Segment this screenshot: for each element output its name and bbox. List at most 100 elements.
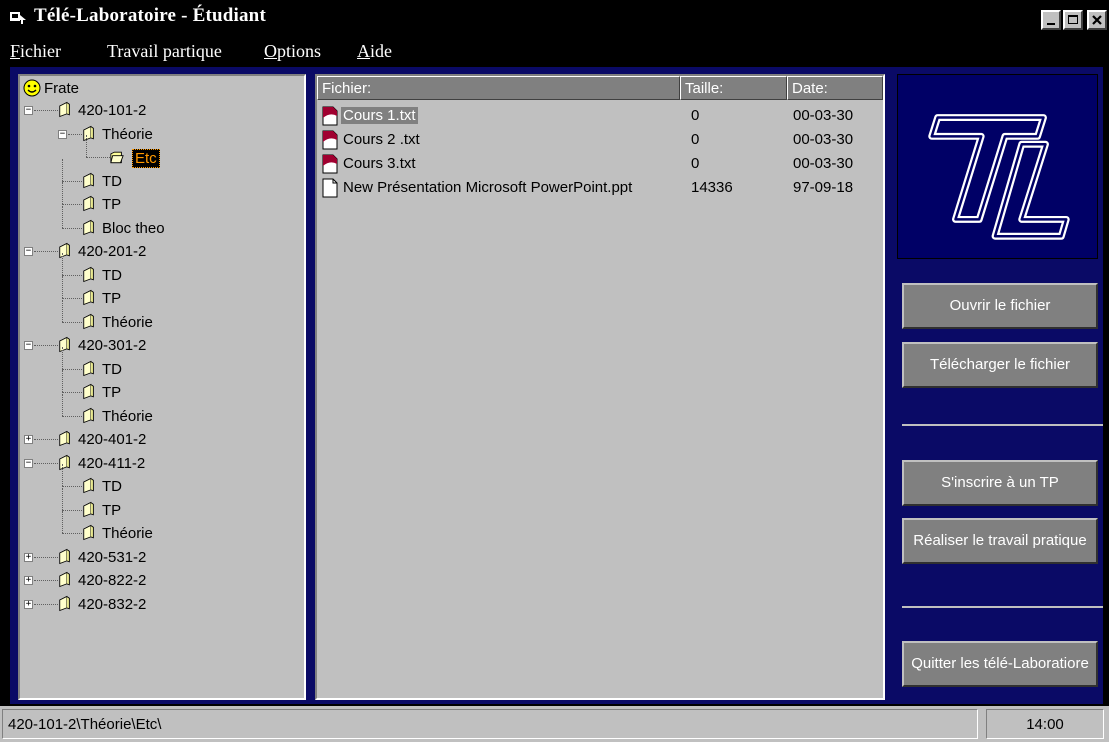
column-header-date[interactable]: Date: (787, 76, 883, 100)
tree-node[interactable]: +420-822-2 (20, 570, 300, 592)
menu-travail-partique[interactable]: Travail partique (107, 41, 222, 62)
tree-connector (62, 393, 63, 416)
register-tp-button[interactable]: S'inscrire à un TP (902, 460, 1098, 506)
red-document-icon (322, 154, 338, 174)
file-size: 0 (691, 131, 700, 148)
folder-icon (83, 313, 94, 329)
close-icon (1092, 15, 1102, 25)
tl-logo-icon (928, 114, 1070, 240)
blank-document-icon (322, 178, 338, 198)
expand-icon[interactable]: + (24, 552, 33, 562)
folder-icon (59, 430, 70, 447)
tree-node-label: TP (102, 196, 122, 213)
tree-node[interactable]: +420-832-2 (20, 594, 300, 616)
collapse-icon[interactable]: − (24, 458, 33, 468)
folder-icon (83, 383, 94, 400)
do-tp-button[interactable]: Réaliser le travail pratique (902, 518, 1098, 564)
menu-bar: Fichier Travail partique Options Aide (0, 36, 1109, 66)
expand-icon[interactable]: + (24, 435, 33, 444)
tree-connector (62, 298, 82, 299)
folder-tree[interactable]: Frate − 420-101-2 − Théorie Etc TD TP Bloc theo… (18, 74, 306, 700)
tree-connector (62, 158, 63, 181)
file-name: Cours 3.txt (343, 155, 416, 172)
tree-root-label: Frate (44, 80, 80, 97)
tree-node-label: Bloc theo (102, 219, 165, 237)
tree-node-label: 420-531-2 (78, 548, 147, 566)
expand-icon[interactable]: + (24, 599, 33, 609)
collapse-icon[interactable]: − (58, 129, 67, 139)
tree-connector (34, 439, 58, 440)
quit-button[interactable]: Quitter les télé-Laboratiore (902, 641, 1098, 687)
file-size: 14336 (691, 179, 733, 196)
folder-icon (59, 571, 70, 588)
collapse-icon[interactable]: − (24, 106, 33, 115)
open-file-button[interactable]: Ouvrir le fichier (902, 283, 1098, 329)
title-bar: Télé-Laboratoire - Étudiant (0, 0, 1109, 36)
tree-connector (62, 370, 63, 392)
close-button[interactable] (1087, 10, 1107, 30)
menu-fichier[interactable]: Fichier (10, 41, 61, 62)
file-row[interactable]: Cours 2 .txt 0 00-03-30 (317, 128, 883, 152)
tree-node-label: Théorie (102, 125, 153, 143)
tree-node-label: 420-301-2 (78, 337, 147, 354)
tree-node[interactable]: Bloc theo (20, 205, 300, 240)
tree-node-label: Théorie (102, 407, 153, 425)
tree-node-label: 420-822-2 (78, 572, 147, 589)
tree-node[interactable]: − Théorie (20, 124, 300, 146)
folder-icon (59, 454, 70, 470)
column-header-taille[interactable]: Taille: (680, 76, 787, 100)
maximize-button[interactable] (1063, 10, 1083, 30)
tree-node[interactable]: Théorie (20, 511, 300, 545)
tree-connector (62, 368, 82, 370)
tree-connector (62, 182, 63, 204)
file-list[interactable]: Fichier: Taille: Date: Cours 1.txt 0 00-03… (315, 74, 885, 700)
separator-1 (902, 424, 1103, 426)
menu-options[interactable]: Options (264, 41, 321, 62)
tree-connector (62, 392, 82, 393)
tree-connector (62, 205, 63, 228)
tree-node[interactable]: − 420-101-2 (20, 100, 300, 122)
tree-connector (62, 180, 82, 182)
folder-icon (59, 101, 70, 118)
column-header-fichier[interactable]: Fichier: (317, 76, 680, 100)
minimize-button[interactable] (1041, 10, 1061, 30)
tree-connector (62, 204, 82, 205)
tree-node-label: Etc (132, 149, 160, 168)
tree-connector (62, 276, 63, 298)
tree-node[interactable]: +420-531-2 (20, 547, 300, 569)
tree-connector (62, 252, 63, 275)
tree-node-label: TP (102, 384, 122, 401)
tree-node[interactable]: +420-401-2 (20, 429, 300, 451)
tree-connector (68, 133, 82, 135)
tree-node-label: 420-101-2 (78, 102, 147, 119)
file-size: 0 (691, 155, 700, 172)
collapse-icon[interactable]: − (24, 341, 33, 350)
tree-connector (86, 157, 110, 158)
tree-node[interactable]: Théorie (20, 393, 300, 428)
tree-connector (34, 345, 58, 346)
file-date: 00-03-30 (793, 131, 854, 148)
tree-node-label: TD (102, 172, 122, 190)
folder-icon (83, 266, 94, 282)
file-row[interactable]: New Présentation Microsoft PowerPoint.pp… (317, 176, 883, 200)
tree-connector (62, 511, 63, 533)
tree-connector (62, 509, 82, 511)
folder-icon (83, 477, 94, 494)
file-size: 0 (691, 107, 700, 124)
collapse-icon[interactable]: − (24, 247, 33, 256)
open-folder-icon (110, 151, 124, 164)
expand-icon[interactable]: + (24, 576, 33, 585)
tree-node-label: TP (102, 501, 122, 519)
download-file-button[interactable]: Télécharger le fichier (902, 342, 1098, 388)
folder-icon (59, 336, 70, 353)
menu-aide[interactable]: Aide (357, 41, 392, 62)
tree-node-label: Théorie (102, 525, 153, 542)
tree-connector (62, 227, 82, 229)
tree-connector (34, 110, 58, 111)
status-bar: 420-101-2\Théorie\Etc\ 14:00 (0, 706, 1109, 742)
file-row[interactable]: Cours 1.txt 0 00-03-30 (317, 104, 883, 128)
minimize-icon (1047, 23, 1055, 25)
tree-connector (62, 299, 63, 322)
tree-node[interactable]: Théorie (20, 299, 300, 334)
file-row[interactable]: Cours 3.txt 0 00-03-30 (317, 152, 883, 176)
